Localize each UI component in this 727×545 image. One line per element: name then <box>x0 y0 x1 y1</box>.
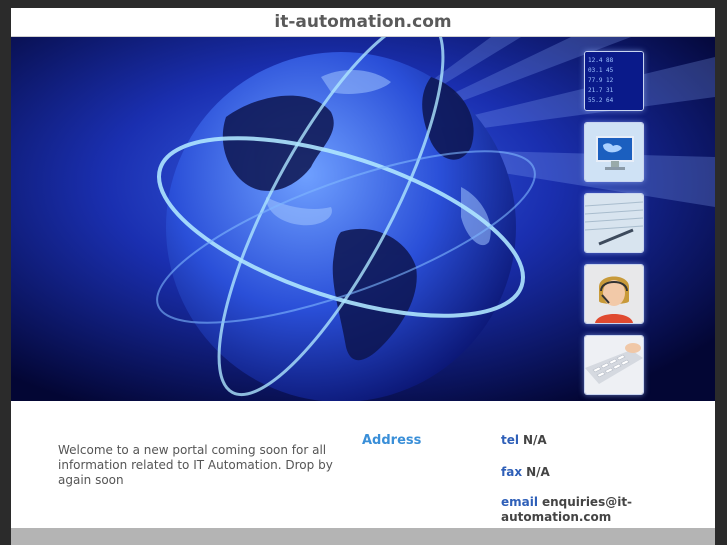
email-label: email <box>501 495 538 509</box>
thumbnail-document <box>584 193 644 253</box>
svg-text:21.7 31: 21.7 31 <box>588 87 614 94</box>
thumbnail-support <box>584 264 644 324</box>
keyboard-icon <box>585 336 643 394</box>
site-title: it-automation.com <box>11 8 715 37</box>
contact-email: email enquiries@it-automation.com <box>501 495 651 525</box>
welcome-text: Welcome to a new portal coming soon for … <box>58 443 333 487</box>
svg-text:77.9 12: 77.9 12 <box>588 77 614 84</box>
fax-value: N/A <box>526 465 550 479</box>
contact-tel: tel N/A <box>501 433 701 448</box>
support-agent-icon <box>585 265 643 323</box>
svg-text:12.4 88: 12.4 88 <box>588 57 614 64</box>
thumbnail-monitor <box>584 122 644 182</box>
tel-label: tel <box>501 433 519 447</box>
thumbnail-keyboard <box>584 335 644 395</box>
svg-text:03.1 45: 03.1 45 <box>588 67 614 74</box>
svg-text:55.2 64: 55.2 64 <box>588 97 614 104</box>
stock-ticker-icon: 12.4 88 03.1 45 77.9 12 21.7 31 55.2 64 <box>585 52 643 110</box>
thumbnail-column: 12.4 88 03.1 45 77.9 12 21.7 31 55.2 64 <box>584 51 644 401</box>
contact-fax: fax N/A <box>501 465 701 480</box>
hero-banner: 12.4 88 03.1 45 77.9 12 21.7 31 55.2 64 <box>11 37 715 401</box>
document-pen-icon <box>585 194 643 252</box>
address-label: Address <box>362 433 422 448</box>
fax-label: fax <box>501 465 523 479</box>
thumbnail-stocks: 12.4 88 03.1 45 77.9 12 21.7 31 55.2 64 <box>584 51 644 111</box>
footer-bar <box>11 528 715 545</box>
page: it-automation.com 12.4 88 03.1 45 77.9 1… <box>11 8 715 545</box>
info-section: Welcome to a new portal coming soon for … <box>11 401 715 528</box>
tel-value: N/A <box>523 433 547 447</box>
monitor-map-icon <box>585 123 643 181</box>
